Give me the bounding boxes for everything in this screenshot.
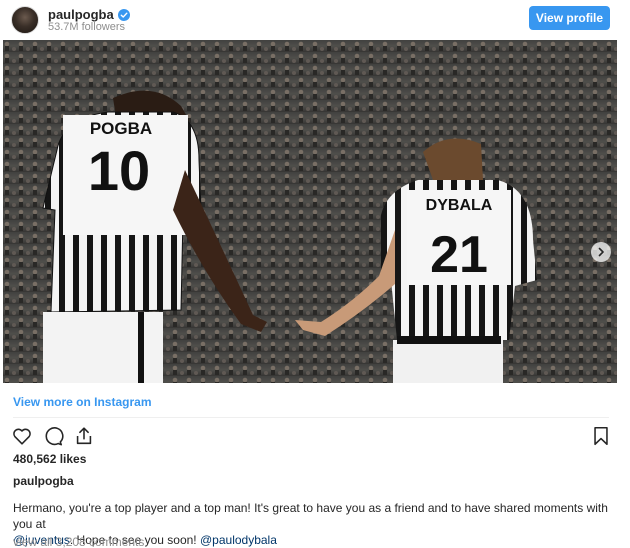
- post-photo[interactable]: POGBA 10 DYBALA 21: [3, 40, 617, 383]
- carousel-next-button[interactable]: [591, 242, 611, 262]
- post-header: paulpogba 53.7M followers View profile: [1, 0, 621, 40]
- verified-badge-icon: [117, 8, 130, 21]
- mention-paulodybala-link[interactable]: @paulodybala: [200, 533, 277, 547]
- view-more-on-instagram-link[interactable]: View more on Instagram: [13, 395, 152, 409]
- username-row: paulpogba: [48, 7, 130, 22]
- followers-count: 53.7M followers: [48, 21, 126, 33]
- instagram-embed-card: paulpogba 53.7M followers View profile P…: [1, 0, 621, 548]
- action-bar: [11, 425, 95, 447]
- likes-count[interactable]: 480,562 likes: [13, 452, 86, 466]
- chevron-right-icon: [598, 247, 604, 257]
- caption-username[interactable]: paulpogba: [13, 474, 74, 488]
- caption-text-1: Hermano, you're a top player and a top m…: [13, 501, 608, 531]
- photo-illustration: POGBA 10 DYBALA 21: [3, 40, 617, 383]
- bookmark-icon[interactable]: [590, 425, 612, 447]
- username-link[interactable]: paulpogba: [48, 7, 114, 22]
- view-all-comments-link[interactable]: view all 3,208 comments: [13, 535, 144, 548]
- heart-icon[interactable]: [11, 425, 33, 447]
- player2-name: DYBALA: [426, 197, 493, 214]
- comment-icon[interactable]: [42, 425, 64, 447]
- player2-number: 21: [430, 226, 488, 284]
- player1-number: 10: [88, 139, 150, 202]
- share-icon[interactable]: [73, 425, 95, 447]
- player1-name: POGBA: [90, 119, 152, 138]
- avatar[interactable]: [11, 6, 39, 34]
- divider: [13, 417, 609, 418]
- view-profile-button[interactable]: View profile: [529, 6, 610, 30]
